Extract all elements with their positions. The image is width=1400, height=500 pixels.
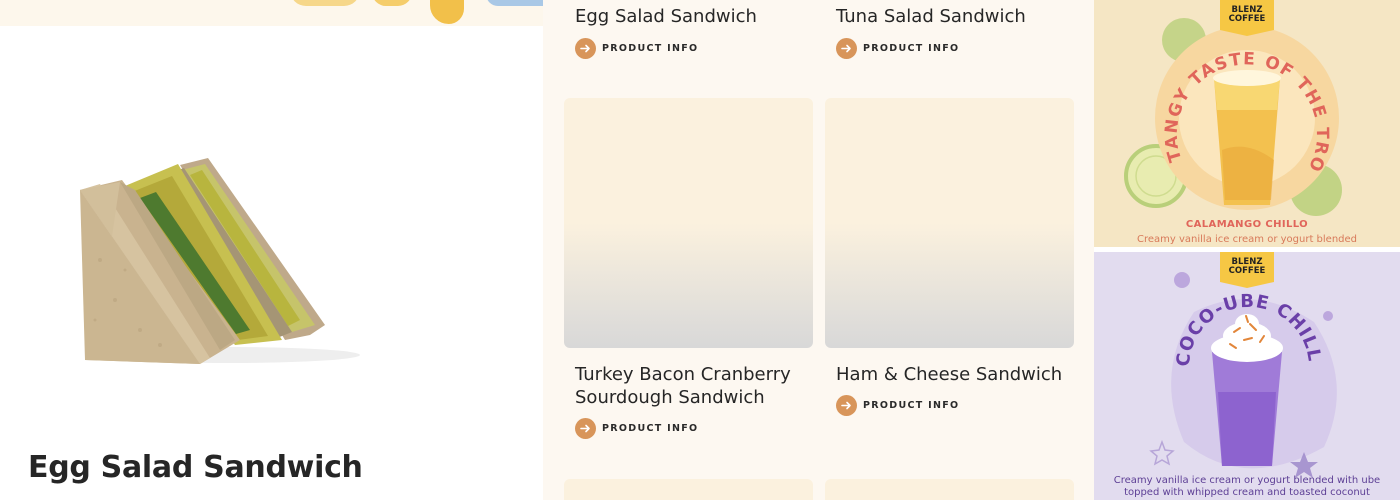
- product-name[interactable]: Turkey Bacon Cranberry Sourdough Sandwic…: [575, 363, 805, 409]
- calamango-promo-artwork: TANGY TASTE OF THE TROPICS: [1094, 0, 1342, 216]
- product-info-link[interactable]: PRODUCT INFO: [836, 395, 959, 416]
- product-image-placeholder[interactable]: [564, 479, 813, 500]
- product-image-placeholder[interactable]: [825, 479, 1074, 500]
- product-card[interactable]: Turkey Bacon Cranberry Sourdough Sandwic…: [564, 98, 813, 448]
- product-card[interactable]: [825, 479, 1074, 500]
- product-info-link[interactable]: PRODUCT INFO: [575, 418, 698, 439]
- arrow-right-icon[interactable]: [575, 38, 596, 59]
- product-image-placeholder[interactable]: [564, 98, 813, 348]
- product-name[interactable]: Egg Salad Sandwich: [575, 5, 805, 28]
- product-name[interactable]: Ham & Cheese Sandwich: [836, 363, 1066, 386]
- coco-ube-promo-artwork: COCO-UBE CHILLO: [1094, 252, 1337, 478]
- product-info-label[interactable]: PRODUCT INFO: [602, 43, 698, 54]
- product-card[interactable]: Ham & Cheese Sandwich PRODUCT INFO: [825, 98, 1074, 448]
- product-info-label[interactable]: PRODUCT INFO: [863, 400, 959, 411]
- product-info-label[interactable]: PRODUCT INFO: [863, 43, 959, 54]
- product-title: Egg Salad Sandwich: [28, 450, 363, 485]
- product-card[interactable]: [564, 479, 813, 500]
- blenz-coffee-logo: BLENZ COFFEE: [1220, 0, 1274, 36]
- product-info-link[interactable]: PRODUCT INFO: [836, 38, 959, 59]
- promo-description: Creamy vanilla ice cream or yogurt blend…: [1136, 234, 1358, 245]
- egg-salad-sandwich-image: [60, 140, 380, 380]
- promo-calamango-chillo[interactable]: TANGY TASTE OF THE TROPICS BLENZ COFFEE …: [1094, 0, 1400, 247]
- product-card[interactable]: Tuna Salad Sandwich PRODUCT INFO: [825, 0, 1074, 70]
- promo-description-line2: topped with whipped cream and toasted co…: [1124, 487, 1370, 498]
- product-info-link[interactable]: PRODUCT INFO: [575, 38, 698, 59]
- promo-product-name: CALAMANGO CHILLO: [1185, 219, 1309, 230]
- product-name[interactable]: Tuna Salad Sandwich: [836, 5, 1066, 28]
- product-detail-panel: Egg Salad Sandwich: [0, 0, 543, 500]
- promo-description-line1: Creamy vanilla ice cream or yogurt blend…: [1113, 475, 1381, 486]
- product-info-label[interactable]: PRODUCT INFO: [602, 423, 698, 434]
- arrow-right-icon[interactable]: [575, 418, 596, 439]
- product-grid: Egg Salad Sandwich PRODUCT INFO Tuna Sal…: [543, 0, 1094, 500]
- product-card[interactable]: Egg Salad Sandwich PRODUCT INFO: [564, 0, 813, 70]
- product-image-placeholder[interactable]: [825, 98, 1074, 348]
- arrow-right-icon[interactable]: [836, 38, 857, 59]
- promo-coco-ube-chillo[interactable]: COCO-UBE CHILLO BLENZ COFFEE Creamy vani…: [1094, 252, 1400, 500]
- arrow-right-icon[interactable]: [836, 395, 857, 416]
- blenz-coffee-logo: BLENZ COFFEE: [1220, 252, 1274, 288]
- decorative-banner-strip: [0, 0, 543, 26]
